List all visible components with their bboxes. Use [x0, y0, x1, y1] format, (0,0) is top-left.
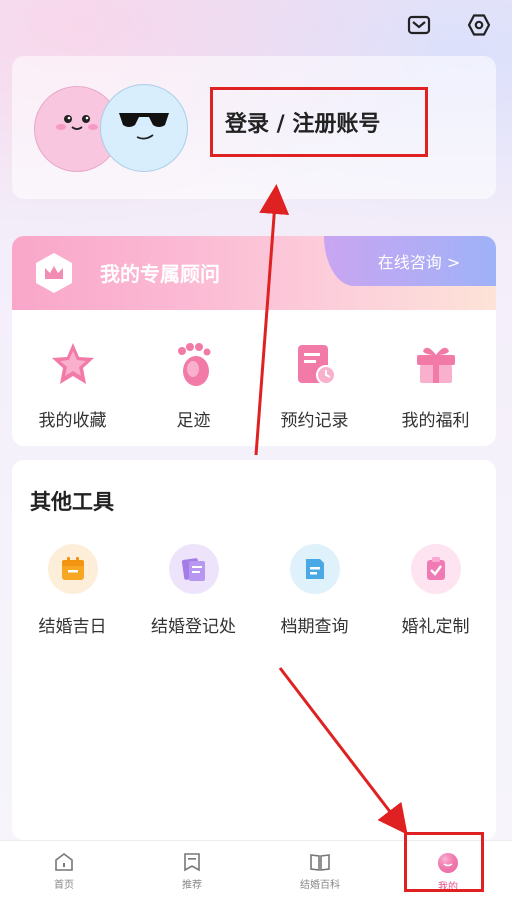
online-consult-label: 在线咨询 >: [377, 253, 461, 272]
book-icon: [310, 854, 330, 871]
footprint-icon: [166, 336, 222, 392]
wedding-date-label: 结婚吉日: [38, 617, 107, 637]
tools-items: 结婚吉日 结婚登记处 档期查询 婚礼定制: [12, 544, 496, 637]
crown-icon: [32, 251, 76, 295]
certificate-icon: [168, 544, 219, 594]
registry-office-item[interactable]: 结婚登记处: [133, 544, 254, 637]
online-consult-button[interactable]: 在线咨询 >: [324, 236, 496, 286]
welfare-label: 我的福利: [401, 411, 470, 431]
favorites-label: 我的收藏: [38, 411, 107, 431]
bookmark-icon: [184, 853, 200, 872]
appointment-label: 预约记录: [280, 411, 349, 431]
tab-encyclopedia[interactable]: 结婚百科: [256, 841, 384, 897]
advisor-items: 我的收藏 足迹 预约记录 我的福利: [12, 336, 496, 431]
schedule-query-label: 档期查询: [280, 617, 349, 637]
tab-recommend-label: 推荐: [182, 880, 202, 891]
footprint-label: 足迹: [176, 411, 211, 431]
mine-tab-highlight: [404, 832, 484, 892]
advisor-card: 我的专属顾问 在线咨询 > 我的收藏 足迹 预约记录 我的福利: [12, 236, 496, 446]
login-label: 登录 / 注册账号: [225, 112, 381, 137]
top-toolbar: [404, 10, 494, 40]
advisor-header[interactable]: 我的专属顾问 在线咨询 >: [12, 236, 496, 310]
favorites-item[interactable]: 我的收藏: [12, 336, 133, 431]
tools-card: 其他工具 结婚吉日 结婚登记处 档期查询 婚礼定制: [12, 460, 496, 840]
wedding-custom-label: 婚礼定制: [401, 617, 470, 637]
login-register-link[interactable]: 登录 / 注册账号: [210, 87, 428, 157]
home-icon: [55, 853, 73, 871]
wedding-custom-item[interactable]: 婚礼定制: [375, 544, 496, 637]
clipboard-icon: [410, 544, 461, 594]
welfare-item[interactable]: 我的福利: [375, 336, 496, 431]
gift-icon: [408, 336, 464, 392]
footprint-item[interactable]: 足迹: [133, 336, 254, 431]
appointment-icon: [287, 336, 343, 392]
tools-title: 其他工具: [30, 490, 114, 514]
star-icon: [45, 336, 101, 392]
registry-office-label: 结婚登记处: [151, 617, 236, 637]
login-card[interactable]: 登录 / 注册账号: [12, 56, 496, 199]
settings-icon[interactable]: [464, 10, 494, 40]
advisor-title: 我的专属顾问: [100, 262, 220, 286]
calendar-icon: [47, 544, 98, 594]
tab-home-label: 首页: [54, 880, 74, 891]
schedule-query-item[interactable]: 档期查询: [254, 544, 375, 637]
avatar-cool: [100, 84, 188, 172]
tab-recommend[interactable]: 推荐: [128, 841, 256, 897]
appointment-item[interactable]: 预约记录: [254, 336, 375, 431]
tab-home[interactable]: 首页: [0, 841, 128, 897]
schedule-icon: [289, 544, 340, 594]
mail-icon[interactable]: [404, 10, 434, 40]
tab-encyclopedia-label: 结婚百科: [300, 880, 340, 891]
wedding-date-item[interactable]: 结婚吉日: [12, 544, 133, 637]
